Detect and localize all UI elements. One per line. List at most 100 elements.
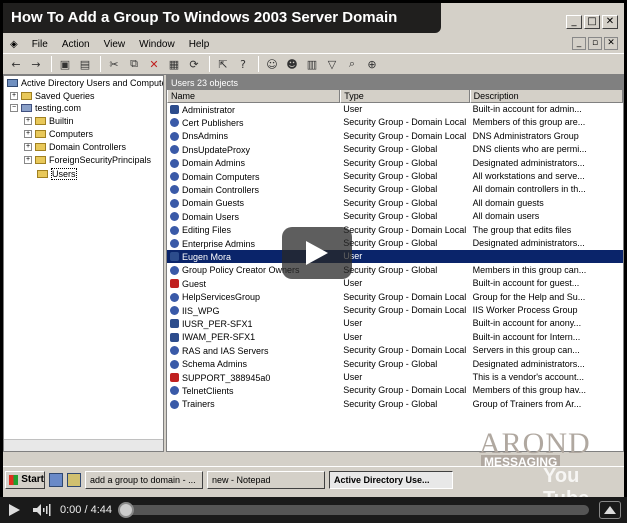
table-row[interactable]: Administrator User Built-in account for ad… <box>167 103 623 116</box>
cell-type: Security Group - Domain Local <box>343 291 467 302</box>
delete-icon[interactable]: ✕ <box>145 55 163 73</box>
table-row[interactable]: Domain Users Security Group - Global All d… <box>167 210 623 223</box>
find-icon[interactable]: ⌕ <box>343 55 361 73</box>
task-button-browser[interactable]: add a group to domain - ... <box>85 470 203 489</box>
table-row[interactable]: IUSR_PER-SFX1 User Built-in account for an… <box>167 317 623 330</box>
big-play-button[interactable] <box>282 227 352 279</box>
back-icon[interactable]: ← <box>7 55 25 73</box>
table-row[interactable]: IIS_WPG Security Group - Domain Local IIS … <box>167 304 623 317</box>
video-frame[interactable]: How To Add a Group To Windows 2003 Serve… <box>3 3 624 497</box>
copy-icon[interactable]: ⧉ <box>125 55 143 73</box>
child-restore-icon[interactable]: ▫ <box>588 37 602 50</box>
table-row[interactable]: IWAM_PER-SFX1 User Built-in account for In… <box>167 331 623 344</box>
expand-icon[interactable]: + <box>24 117 32 125</box>
volume-icon[interactable] <box>32 503 52 517</box>
play-icon[interactable] <box>6 502 22 518</box>
table-row[interactable]: Editing Files Security Group - Domain Loc… <box>167 224 623 237</box>
tree-item-foreign-security-principals[interactable]: + ForeignSecurityPrincipals <box>24 155 151 165</box>
filter-icon[interactable]: ▽ <box>323 55 341 73</box>
console-tree[interactable]: Active Directory Users and Computer + Sa… <box>3 75 164 452</box>
folder-icon <box>35 156 46 164</box>
table-row[interactable]: Domain Controllers Security Group - Globa… <box>167 183 623 196</box>
quicklaunch-ie-icon[interactable] <box>49 472 63 487</box>
collapse-icon[interactable]: − <box>10 104 18 112</box>
table-row[interactable]: Domain Admins Security Group - Global Desi… <box>167 157 623 170</box>
details-pane[interactable]: Users 23 objects Name Type Description A… <box>166 75 624 452</box>
new-group-icon[interactable]: ☻ <box>283 55 301 73</box>
help-icon[interactable]: ? <box>234 55 252 73</box>
cell-type: Security Group - Domain Local <box>343 130 467 141</box>
minimize-icon[interactable]: _ <box>566 15 582 29</box>
cell-type: Security Group - Global <box>343 358 438 369</box>
close-icon[interactable]: ✕ <box>602 15 618 29</box>
child-minimize-icon[interactable]: _ <box>572 37 586 50</box>
table-row[interactable]: Eugen Mora User <box>167 250 623 264</box>
group-icon <box>170 292 179 302</box>
child-close-icon[interactable]: ✕ <box>604 37 618 50</box>
column-header-description[interactable]: Description <box>469 90 623 103</box>
table-row[interactable]: HelpServicesGroup Security Group - Domain… <box>167 291 623 304</box>
properties-icon[interactable]: ▦ <box>165 55 183 73</box>
table-row[interactable]: DnsUpdateProxy Security Group - Global DNS… <box>167 143 623 156</box>
tree-item-computers[interactable]: + Computers <box>24 129 93 139</box>
add-to-group-icon[interactable]: ⊕ <box>363 55 381 73</box>
up-folder-icon[interactable]: ▣ <box>56 55 74 73</box>
maximize-icon[interactable]: □ <box>584 15 600 29</box>
tree-item-users[interactable]: Users <box>37 168 77 180</box>
progress-handle[interactable] <box>118 502 135 518</box>
fullscreen-button[interactable] <box>599 501 621 519</box>
table-row[interactable]: TelnetClients Security Group - Domain Loc… <box>167 384 623 397</box>
expand-icon[interactable]: + <box>24 143 32 151</box>
cut-icon[interactable]: ✂ <box>105 55 123 73</box>
table-row[interactable]: SUPPORT_388945a0 User This is a vendor's a… <box>167 371 623 384</box>
menu-help[interactable]: Help <box>182 39 217 50</box>
tree-root[interactable]: Active Directory Users and Computer <box>7 78 163 88</box>
forward-icon[interactable]: → <box>27 55 45 73</box>
row-name: Eugen Mora <box>182 251 232 262</box>
quicklaunch-desktop-icon[interactable] <box>67 472 81 487</box>
task-button-active-directory[interactable]: Active Directory Use... <box>329 470 453 489</box>
window-caption-buttons: _ □ ✕ <box>566 15 618 29</box>
expand-icon[interactable]: + <box>24 156 32 164</box>
expand-icon[interactable]: + <box>24 130 32 138</box>
tree-item-domain-controllers[interactable]: + Domain Controllers <box>24 142 126 152</box>
tree-horizontal-scrollbar[interactable] <box>4 439 163 451</box>
video-player[interactable]: How To Add a Group To Windows 2003 Serve… <box>0 0 627 523</box>
tree-item-saved-queries[interactable]: + Saved Queries <box>10 91 95 101</box>
new-ou-icon[interactable]: ▥ <box>303 55 321 73</box>
progress-bar[interactable] <box>118 502 589 518</box>
task-button-notepad[interactable]: new - Notepad <box>207 470 325 489</box>
table-row[interactable]: Domain Computers Security Group - Global A… <box>167 170 623 183</box>
cell-description: Members in this group can... <box>472 264 587 275</box>
menu-action[interactable]: Action <box>55 39 97 50</box>
column-header-type[interactable]: Type <box>340 90 470 103</box>
tree-item-builtin[interactable]: + Builtin <box>24 116 74 126</box>
tree-item-domain[interactable]: − testing.com <box>10 103 81 113</box>
table-row[interactable]: DnsAdmins Security Group - Domain Local DN… <box>167 130 623 143</box>
column-header-name[interactable]: Name <box>167 90 341 103</box>
table-row[interactable]: Trainers Security Group - Global Group of … <box>167 398 623 411</box>
refresh-icon[interactable]: ⟳ <box>185 55 203 73</box>
new-user-icon[interactable]: ☺ <box>263 55 281 73</box>
show-tree-icon[interactable]: ▤ <box>76 55 94 73</box>
cell-description: Designated administrators... <box>472 238 585 248</box>
menu-view[interactable]: View <box>97 39 133 50</box>
table-row[interactable]: Cert Publishers Security Group - Domain L… <box>167 116 623 129</box>
menu-file[interactable]: File <box>25 39 55 50</box>
export-list-icon[interactable]: ⇱ <box>214 55 232 73</box>
table-row[interactable]: Schema Admins Security Group - Global Desi… <box>167 358 623 371</box>
table-row[interactable]: RAS and IAS Servers Security Group - Doma… <box>167 344 623 357</box>
row-name: Editing Files <box>182 225 232 236</box>
table-row[interactable]: Domain Guests Security Group - Global All … <box>167 197 623 210</box>
menu-window[interactable]: Window <box>132 39 182 50</box>
table-row[interactable]: Group Policy Creator Owners Security Grou… <box>167 264 623 277</box>
cell-name: SUPPORT_388945a0 <box>167 371 340 384</box>
table-row[interactable]: Enterprise Admins Security Group - Global… <box>167 237 623 250</box>
video-title[interactable]: How To Add a Group To Windows 2003 Serve… <box>3 3 441 33</box>
domain-icon <box>21 104 32 112</box>
start-button[interactable]: Start <box>5 470 45 489</box>
row-name: DnsAdmins <box>182 131 229 142</box>
expand-icon[interactable]: + <box>10 92 18 100</box>
table-row[interactable]: Guest User Built-in account for guest... <box>167 277 623 290</box>
cell-type: Security Group - Domain Local <box>343 385 467 396</box>
